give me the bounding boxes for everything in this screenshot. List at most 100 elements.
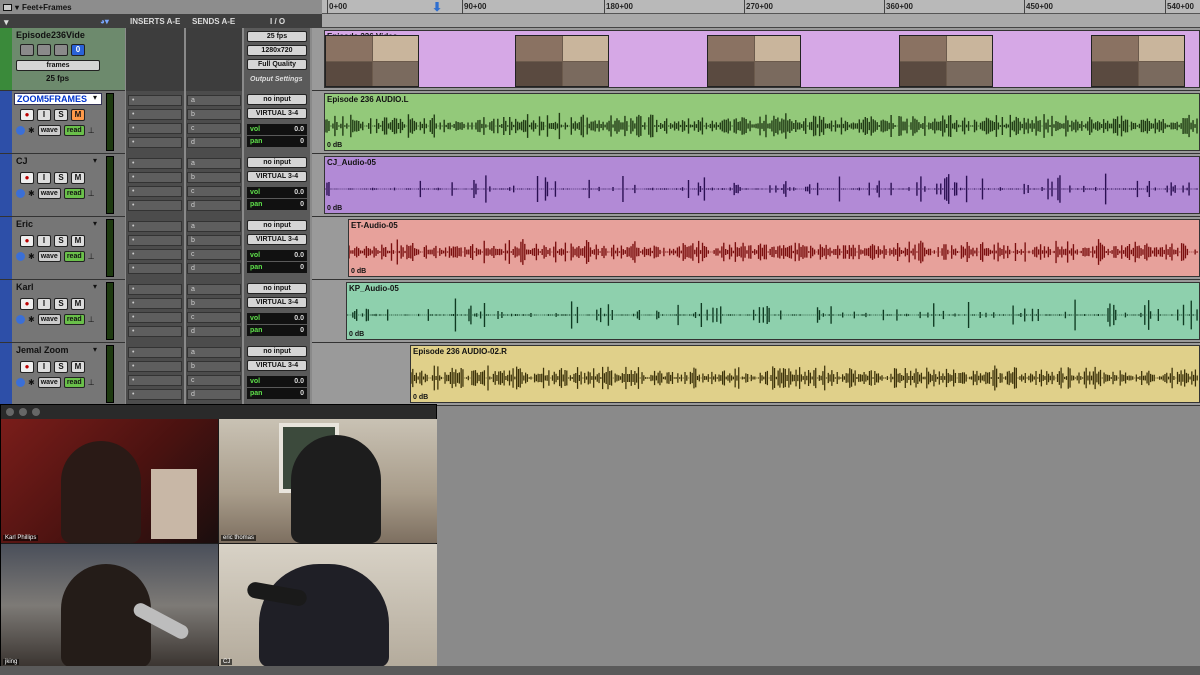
playlist-icon[interactable]: ✱	[28, 378, 35, 387]
pan-readout[interactable]: pan 0	[247, 199, 307, 210]
volume-readout[interactable]: vol 0.0	[247, 313, 307, 324]
send-slot[interactable]: b	[187, 172, 241, 183]
automation-mode[interactable]: read	[63, 377, 85, 388]
track-dropdown-icon[interactable]: ▾	[93, 93, 97, 102]
solo-button[interactable]: S	[54, 109, 68, 121]
track-name[interactable]: CJ	[14, 156, 102, 168]
send-slot[interactable]: a	[187, 221, 241, 232]
solo-button[interactable]: S	[54, 361, 68, 373]
insert-slot[interactable]: •	[128, 186, 182, 197]
playhead-marker[interactable]: ⬇	[432, 0, 442, 14]
insert-slot[interactable]: •	[128, 326, 182, 337]
track-playlist[interactable]: Episode 236 AUDIO-02.R 0 dB	[312, 343, 1200, 406]
video-button-3[interactable]	[54, 44, 68, 56]
track-name[interactable]: Karl	[14, 282, 102, 294]
input-monitor-button[interactable]: I	[37, 172, 51, 184]
input-selector[interactable]: no input	[247, 283, 307, 294]
automation-mode[interactable]: read	[63, 188, 85, 199]
video-button-2[interactable]	[37, 44, 51, 56]
insert-slot[interactable]: •	[128, 200, 182, 211]
track-dropdown-icon[interactable]: ▾	[93, 219, 97, 228]
lock-icon[interactable]: ⊥	[88, 378, 95, 387]
pan-readout[interactable]: pan 0	[247, 136, 307, 147]
volume-readout[interactable]: vol 0.0	[247, 124, 307, 135]
audio-track[interactable]: Eric ▾ ● I S M ✱ wave read ⊥ • • • • abcd n…	[0, 217, 1200, 280]
insert-slot[interactable]: •	[128, 263, 182, 274]
insert-slot[interactable]: •	[128, 249, 182, 260]
dropdown-icon[interactable]: ▾	[15, 3, 19, 12]
audio-track[interactable]: CJ ▾ ● I S M ✱ wave read ⊥ • • • • abcd no …	[0, 154, 1200, 217]
track-dropdown-icon[interactable]: ▾	[93, 345, 97, 354]
zoom-title-bar[interactable]	[1, 405, 436, 419]
zoom-window-icon[interactable]	[32, 408, 40, 416]
send-slot[interactable]: c	[187, 312, 241, 323]
input-selector[interactable]: no input	[247, 94, 307, 105]
input-selector[interactable]: no input	[247, 220, 307, 231]
send-slot[interactable]: b	[187, 361, 241, 372]
track-playlist[interactable]: Episode 236 AUDIO.L 0 dB	[312, 91, 1200, 154]
pan-readout[interactable]: pan 0	[247, 325, 307, 336]
time-format-selector[interactable]: ▾ Feet+Frames	[0, 0, 322, 14]
send-slot[interactable]: c	[187, 375, 241, 386]
quality-selector[interactable]: Full Quality	[247, 59, 307, 70]
send-slot[interactable]: b	[187, 109, 241, 120]
frames-button[interactable]: frames	[16, 60, 100, 71]
solo-button[interactable]: S	[54, 172, 68, 184]
lock-icon[interactable]: ⊥	[88, 189, 95, 198]
insert-slot[interactable]: •	[128, 137, 182, 148]
lock-icon[interactable]: ⊥	[88, 252, 95, 261]
track-name[interactable]: Eric	[14, 219, 102, 231]
mute-button[interactable]: M	[71, 298, 85, 310]
send-slot[interactable]: d	[187, 326, 241, 337]
output-selector[interactable]: VIRTUAL 3-4	[247, 171, 307, 182]
send-slot[interactable]: a	[187, 95, 241, 106]
view-selector[interactable]: wave	[37, 125, 61, 136]
pan-readout[interactable]: pan 0	[247, 388, 307, 399]
send-slot[interactable]: a	[187, 347, 241, 358]
input-monitor-button[interactable]: I	[37, 361, 51, 373]
track-dropdown-icon[interactable]: ▾	[93, 282, 97, 291]
output-selector[interactable]: VIRTUAL 3-4	[247, 234, 307, 245]
view-selector[interactable]: wave	[37, 188, 61, 199]
view-selector[interactable]: wave	[37, 251, 61, 262]
mute-button[interactable]: M	[71, 172, 85, 184]
output-selector[interactable]: VIRTUAL 3-4	[247, 297, 307, 308]
insert-slot[interactable]: •	[128, 158, 182, 169]
input-monitor-button[interactable]: I	[37, 298, 51, 310]
automation-mode[interactable]: read	[63, 314, 85, 325]
participant-tile[interactable]: jking	[1, 544, 218, 667]
send-slot[interactable]: b	[187, 298, 241, 309]
mute-button[interactable]: M	[71, 361, 85, 373]
send-slot[interactable]: c	[187, 186, 241, 197]
volume-readout[interactable]: vol 0.0	[247, 376, 307, 387]
insert-slot[interactable]: •	[128, 109, 182, 120]
record-enable-button[interactable]: ●	[20, 361, 34, 373]
insert-slot[interactable]: •	[128, 298, 182, 309]
insert-slot[interactable]: •	[128, 389, 182, 400]
audio-clip[interactable]: KP_Audio-05 0 dB	[346, 282, 1200, 340]
send-slot[interactable]: c	[187, 123, 241, 134]
mute-button[interactable]: M	[71, 235, 85, 247]
audio-clip[interactable]: Episode 236 AUDIO.L 0 dB	[324, 93, 1200, 151]
view-selector[interactable]: wave	[37, 377, 61, 388]
pan-readout[interactable]: pan 0	[247, 262, 307, 273]
volume-readout[interactable]: vol 0.0	[247, 250, 307, 261]
insert-slot[interactable]: •	[128, 123, 182, 134]
input-monitor-button[interactable]: I	[37, 235, 51, 247]
audio-clip[interactable]: Episode 236 AUDIO-02.R 0 dB	[410, 345, 1200, 403]
insert-slot[interactable]: •	[128, 95, 182, 106]
audio-track[interactable]: Jemal Zoom ▾ ● I S M ✱ wave read ⊥ • • • • …	[0, 343, 1200, 406]
timeline-ruler[interactable]: ▾ Feet+Frames 0+00 90+00 180+00 270+00 360+0…	[0, 0, 1200, 14]
solo-button[interactable]: S	[54, 235, 68, 247]
track-playlist[interactable]: ET-Audio-05 0 dB	[312, 217, 1200, 280]
volume-readout[interactable]: vol 0.0	[247, 187, 307, 198]
solo-button[interactable]: S	[54, 298, 68, 310]
timebase-icon[interactable]	[16, 378, 25, 387]
playlist-icon[interactable]: ✱	[28, 315, 35, 324]
insert-slot[interactable]: •	[128, 347, 182, 358]
close-window-icon[interactable]	[6, 408, 14, 416]
insert-slot[interactable]: •	[128, 284, 182, 295]
track-dropdown-icon[interactable]: ▾	[93, 156, 97, 165]
timebase-icon[interactable]	[16, 126, 25, 135]
insert-slot[interactable]: •	[128, 312, 182, 323]
